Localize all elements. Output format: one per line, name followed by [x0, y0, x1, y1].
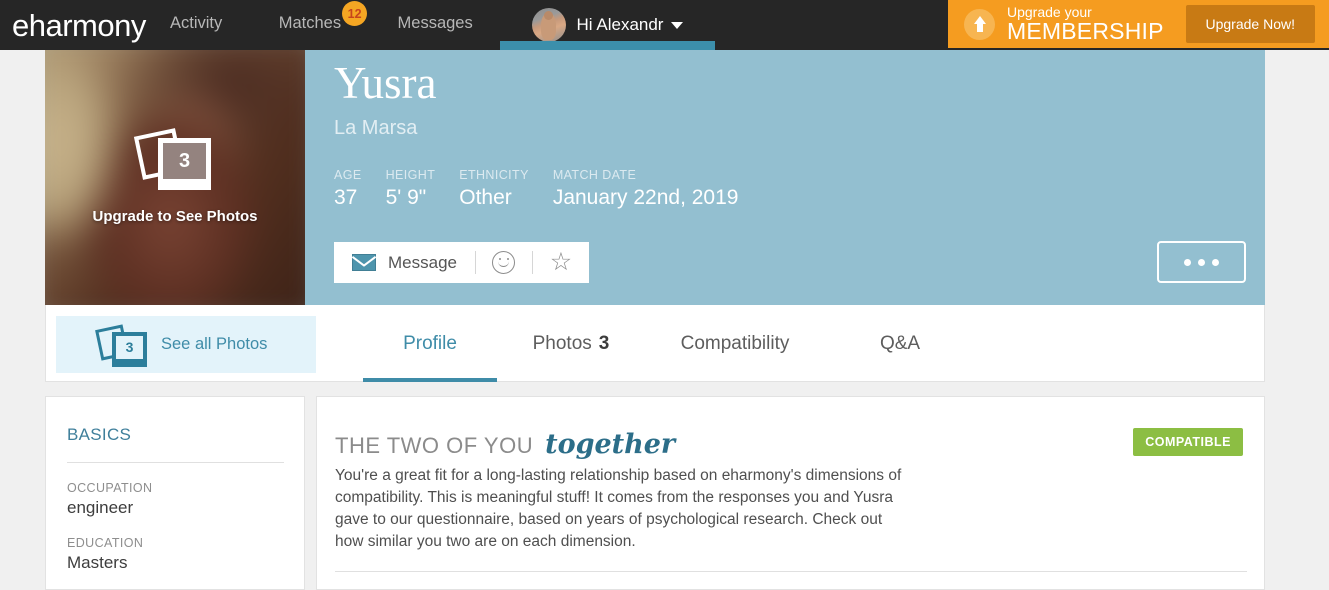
upgrade-banner-line2: MEMBERSHIP — [1007, 18, 1164, 45]
more-options-button[interactable] — [1157, 241, 1246, 283]
stat-ethnicity-value: Other — [459, 186, 512, 210]
stat-age: AGE 37 — [334, 168, 362, 210]
message-button-label: Message — [388, 252, 457, 272]
nav-link-matches[interactable]: Matches 12 — [278, 1, 368, 33]
field-education-value: Masters — [67, 553, 128, 572]
tab-qa[interactable]: Q&A — [825, 305, 975, 382]
compatibility-summary-card: THE TWO OF YOU together You're a great f… — [316, 396, 1265, 590]
field-education: EDUCATION Masters — [67, 536, 304, 573]
tab-list: Profile Photos 3 Compatibility Q&A — [363, 305, 975, 382]
upgrade-now-button[interactable]: Upgrade Now! — [1185, 5, 1315, 43]
more-dot — [1212, 258, 1219, 266]
section-heading-plain: THE TWO OF YOU — [335, 433, 534, 458]
profile-stats: AGE 37 HEIGHT 5' 9" ETHNICITY Other MATC… — [334, 168, 762, 210]
photo-stack-front: 3 — [158, 138, 211, 190]
stat-age-value: 37 — [334, 186, 358, 210]
more-dot — [1184, 258, 1191, 266]
tab-photos[interactable]: Photos 3 — [497, 305, 645, 382]
photo-count: 3 — [163, 143, 206, 179]
upgrade-banner-line1: Upgrade your — [1007, 3, 1092, 20]
nav-link-activity-label: Activity — [170, 14, 223, 32]
user-menu-active-indicator — [500, 41, 715, 50]
stat-match-date-value: January 22nd, 2019 — [552, 186, 739, 210]
see-all-photos-count: 3 — [116, 335, 143, 359]
nav-link-messages[interactable]: Messages — [398, 14, 473, 33]
stat-height: HEIGHT 5' 9" — [386, 168, 436, 210]
stat-age-label: AGE — [334, 168, 362, 183]
nav-link-matches-label: Matches — [278, 14, 342, 32]
upgrade-to-see-photos-label: Upgrade to See Photos — [92, 208, 258, 225]
tab-compatibility[interactable]: Compatibility — [645, 305, 825, 382]
tab-qa-label: Q&A — [879, 332, 921, 354]
message-button[interactable]: Message — [334, 242, 475, 283]
eharmony-logo[interactable]: eharmony — [12, 8, 146, 44]
field-occupation-label: OCCUPATION — [67, 481, 153, 495]
smiley-icon — [492, 251, 516, 274]
photo-overlay: 3 Upgrade to See Photos — [45, 46, 305, 305]
upgrade-banner-text: Upgrade your MEMBERSHIP — [1007, 3, 1164, 45]
profile-hero: 3 Upgrade to See Photos Yusra La Marsa A… — [45, 46, 1265, 305]
basics-sidebar-card: BASICS OCCUPATION engineer EDUCATION Mas… — [45, 396, 305, 590]
photo-stack-front: 3 — [112, 331, 147, 367]
profile-photo-placeholder[interactable]: 3 Upgrade to See Photos — [45, 46, 305, 305]
tab-compatibility-label: Compatibility — [680, 332, 790, 354]
section-heading-script: together — [545, 429, 676, 460]
nav-link-activity[interactable]: Activity — [170, 14, 222, 33]
profile-location: La Marsa — [334, 117, 418, 140]
profile-summary: Yusra La Marsa AGE 37 HEIGHT 5' 9" ETHNI… — [334, 58, 762, 210]
photo-stack-icon: 3 — [95, 323, 148, 367]
compatibility-description: You're a great fit for a long-lasting re… — [335, 467, 902, 551]
envelope-icon — [352, 254, 376, 271]
field-education-label: EDUCATION — [67, 536, 144, 550]
see-all-photos-label: See all Photos — [161, 335, 268, 353]
tab-profile-label: Profile — [403, 332, 457, 354]
page-root: eharmony Activity Matches 12 Messages Hi… — [0, 0, 1329, 590]
more-dot — [1198, 258, 1205, 266]
arrow-up-icon — [964, 8, 995, 40]
matches-badge-count: 12 — [342, 1, 368, 26]
favorite-button[interactable]: ☆ — [533, 242, 589, 283]
nav-links: Activity Matches 12 Messages — [170, 1, 525, 50]
stat-height-value: 5' 9" — [385, 186, 427, 210]
page-title: Yusra — [334, 58, 437, 108]
divider — [67, 462, 284, 463]
field-occupation: OCCUPATION engineer — [67, 481, 304, 518]
see-all-photos-button[interactable]: 3 See all Photos — [56, 316, 316, 373]
avatar — [531, 8, 566, 42]
tab-photos-label: Photos — [532, 332, 592, 354]
stat-ethnicity: ETHNICITY Other — [459, 168, 529, 210]
upgrade-membership-banner[interactable]: Upgrade your MEMBERSHIP Upgrade Now! — [948, 0, 1329, 48]
nav-link-messages-label: Messages — [397, 14, 473, 32]
chevron-down-icon — [671, 21, 684, 29]
status-badge: COMPATIBLE — [1133, 428, 1243, 456]
divider — [335, 571, 1247, 572]
basics-heading: BASICS — [67, 425, 132, 444]
stat-match-date-label: MATCH DATE — [552, 168, 637, 183]
section-heading: THE TWO OF YOU together — [335, 429, 675, 460]
tab-profile[interactable]: Profile — [363, 305, 497, 382]
stat-ethnicity-label: ETHNICITY — [459, 168, 529, 183]
smile-button[interactable] — [476, 242, 532, 283]
tab-photos-count: 3 — [598, 332, 610, 354]
star-icon: ☆ — [549, 248, 573, 276]
user-greeting: Hi Alexandr — [576, 15, 664, 34]
stat-match-date: MATCH DATE January 22nd, 2019 — [553, 168, 739, 210]
profile-tab-strip: 3 See all Photos Profile Photos 3 Compat… — [45, 305, 1265, 382]
field-occupation-value: engineer — [67, 498, 134, 517]
stat-height-label: HEIGHT — [385, 168, 436, 183]
profile-action-bar: Message ☆ — [334, 242, 589, 283]
photo-stack-icon: 3 — [133, 126, 212, 190]
